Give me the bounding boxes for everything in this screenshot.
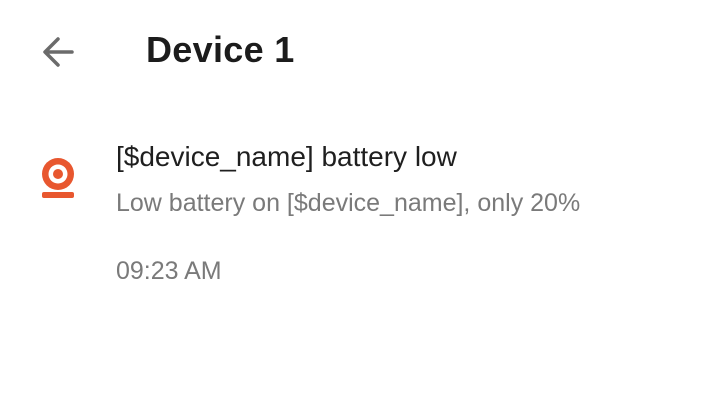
arrow-back-icon: [43, 37, 74, 67]
screen: Device 1 [$device_name] battery low Low …: [0, 0, 720, 400]
app-bar: Device 1: [0, 0, 720, 100]
camera-icon: [42, 158, 74, 198]
notification-timestamp: 09:23 AM: [116, 257, 222, 285]
page-title: Device 1: [146, 29, 295, 70]
notification-item[interactable]: [$device_name] battery low Low battery o…: [0, 120, 720, 300]
back-button[interactable]: [30, 24, 86, 80]
notification-title: [$device_name] battery low: [116, 141, 457, 172]
notification-body: Low battery on [$device_name], only 20%: [116, 189, 581, 217]
